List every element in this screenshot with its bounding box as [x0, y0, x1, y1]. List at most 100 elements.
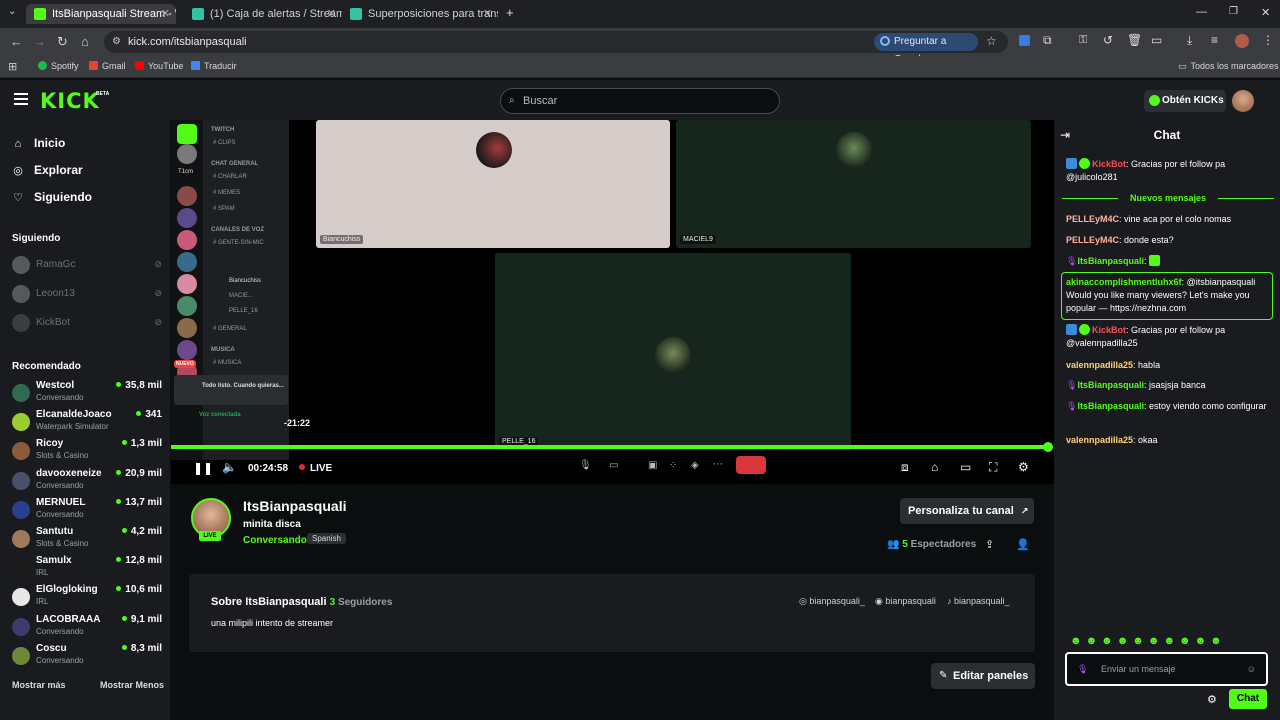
recommended-item[interactable]: Westcol Conversando 35,8 mil [12, 380, 162, 404]
chat-username[interactable]: PELLEyM4C [1066, 235, 1119, 245]
get-kicks-button[interactable]: Obtén KICKs [1144, 90, 1226, 112]
ask-google-button[interactable]: Preguntar a Google [874, 33, 978, 65]
user-options-icon[interactable]: 👤 [1016, 538, 1030, 551]
cast-icon[interactable]: ▭ [1151, 33, 1162, 47]
key-icon[interactable]: ⚿ [1079, 34, 1087, 47]
language-tag[interactable]: Spanish [307, 533, 346, 544]
recommended-item[interactable]: davooxeneize Conversando 20,9 mil [12, 468, 162, 492]
viewer-count: 341 [136, 409, 162, 420]
minimize-icon[interactable]: — [1196, 6, 1207, 18]
tab-overlays[interactable]: Superposiciones para transmisi ✕ [342, 4, 498, 24]
recommended-item[interactable]: Samulx IRL 12,8 mil [12, 555, 162, 579]
sidebar-item-siguiendo[interactable]: ♡ Siguiendo [12, 190, 92, 204]
site-info-icon[interactable]: ⚙ [112, 31, 121, 53]
pause-icon[interactable]: ❚❚ [193, 461, 213, 475]
sidebar-item-inicio[interactable]: ⌂ Inicio [12, 136, 66, 150]
live-indicator[interactable]: LIVE [299, 463, 332, 474]
viewer-count: 👥 5 Espectadores [887, 539, 976, 550]
recommended-item[interactable]: ElGlogloking IRL 10,6 mil [12, 584, 162, 608]
kick-logo[interactable]: KICK [40, 89, 100, 113]
trash-icon[interactable]: 🗑 [1127, 33, 1142, 47]
recommended-item[interactable]: Ricoy Slots & Casino 1,3 mil [12, 438, 162, 462]
tab-kick-stream[interactable]: ItsBianpasquali Stream - W ✕ [26, 4, 176, 24]
verified-badge-icon [1079, 324, 1090, 335]
chat-message-input[interactable]: 🎙 Enviar un mensaje ☺ [1065, 652, 1268, 686]
extension-icon[interactable] [1019, 35, 1030, 46]
chat-username[interactable]: valennpadilla25 [1066, 360, 1133, 370]
progress-handle[interactable] [1043, 442, 1053, 452]
all-bookmarks[interactable]: ▭ Todos los marcadores [1178, 61, 1279, 72]
tab-search-icon[interactable]: ⌄ [8, 6, 16, 17]
following-item[interactable]: KickBot ⊘ [12, 314, 162, 332]
apps-grid-icon[interactable]: ⊞ [8, 60, 17, 73]
channel-name[interactable]: ItsBianpasquali [243, 498, 346, 514]
theater-mode-icon[interactable]: ⌂ [931, 460, 938, 474]
recommended-item[interactable]: LACOBRAAA Conversando 9,1 mil [12, 614, 162, 638]
video-player[interactable]: T1cm NUEVO TWITCH # CLIPS CHAT GENERAL #… [171, 120, 1054, 484]
bookmark-star-icon[interactable]: ☆ [986, 34, 997, 48]
show-less-button[interactable]: Mostrar Menos [100, 680, 164, 690]
close-tab-icon[interactable]: ✕ [161, 4, 170, 24]
reload-icon[interactable]: ↻ [57, 34, 68, 50]
hamburger-menu-icon[interactable] [14, 93, 28, 105]
url-field[interactable]: ⚙ kick.com/itsbianpasquali [104, 31, 1008, 53]
chat-username[interactable]: PELLEyM4C [1066, 214, 1119, 224]
chat-username[interactable]: ItsBianpasquali [1077, 256, 1144, 266]
forward-icon[interactable]: → [33, 34, 46, 49]
settings-gear-icon[interactable]: ⚙ [1018, 460, 1029, 474]
chat-send-button[interactable]: Chat [1229, 689, 1267, 709]
following-item[interactable]: Leoon13 ⊘ [12, 285, 162, 303]
tab-title: ItsBianpasquali Stream - W [52, 8, 176, 20]
fullscreen-icon[interactable]: ⛶ [989, 460, 997, 475]
show-more-button[interactable]: Mostrar más [12, 680, 66, 690]
tab-streamlabs-alerts[interactable]: (1) Caja de alertas / Streamlabs ✕ [184, 4, 342, 24]
chat-username[interactable]: ItsBianpasquali [1077, 401, 1144, 411]
progress-bar[interactable] [171, 445, 1048, 449]
miniplayer-icon[interactable]: ⧈ [901, 460, 909, 475]
customize-channel-button[interactable]: Personaliza tu canal ↗ [900, 498, 1034, 524]
share-icon[interactable]: ⇪ [985, 538, 994, 551]
chat-username[interactable]: KickBot [1092, 325, 1126, 335]
puzzle-icon[interactable]: ⧉ [1043, 33, 1052, 48]
social-instagram[interactable]: ◎ bianpasquali_ [799, 596, 865, 607]
stream-category[interactable]: Conversando [243, 535, 307, 546]
following-item[interactable]: RamaGc ⊘ [12, 256, 162, 274]
social-discord[interactable]: ◉ bianpasquali [875, 596, 936, 607]
back-icon[interactable]: ← [10, 34, 23, 49]
wide-mode-icon[interactable]: ▭ [960, 460, 971, 474]
media-icon[interactable]: ≡ [1211, 33, 1218, 47]
edit-panels-button[interactable]: ✎ Editar paneles [931, 663, 1035, 689]
viewers-label: Espectadores [910, 539, 977, 550]
recommended-item[interactable]: Santutu Slots & Casino 4,2 mil [12, 526, 162, 550]
home-icon[interactable]: ⌂ [81, 34, 89, 49]
search-icon: ⌕ [509, 95, 515, 106]
search-input[interactable]: ⌕ Buscar [500, 88, 780, 114]
user-avatar[interactable] [1232, 90, 1254, 112]
bookmark-spotify[interactable]: Spotify [38, 61, 79, 71]
menu-icon[interactable]: ⋮ [1262, 33, 1274, 47]
close-tab-icon[interactable]: ✕ [327, 4, 336, 24]
bookmark-youtube[interactable]: YouTube [135, 61, 183, 71]
bookmark-traducir[interactable]: Traducir [191, 61, 237, 71]
chat-settings-icon[interactable]: ⚙ [1207, 693, 1217, 706]
recommended-item[interactable]: MERNUEL Conversando 13,7 mil [12, 497, 162, 521]
download-icon[interactable]: ⤓ [1187, 33, 1192, 48]
chat-username[interactable]: ItsBianpasquali [1077, 380, 1144, 390]
emote-bar[interactable]: ☻☻☻☻☻☻☻☻☻☻ [1070, 635, 1226, 647]
close-window-icon[interactable]: ✕ [1261, 6, 1270, 19]
bookmark-gmail[interactable]: Gmail [89, 61, 126, 71]
chat-username[interactable]: KickBot [1092, 159, 1126, 169]
chat-username[interactable]: akinaccomplishmentluhx6f [1066, 277, 1182, 287]
recommended-item[interactable]: Coscu Conversando 8,3 mil [12, 643, 162, 667]
social-tiktok[interactable]: ♪ bianpasquali_ [947, 596, 1010, 606]
maximize-icon[interactable]: ❐ [1229, 6, 1238, 17]
volume-icon[interactable]: 🔈 [222, 460, 237, 474]
history-icon[interactable]: ↺ [1103, 33, 1113, 47]
sidebar-item-explorar[interactable]: ◎ Explorar [12, 163, 83, 177]
recommended-item[interactable]: ElcanaldeJoaco Waterpark Simulator 341 [12, 409, 162, 433]
new-tab-icon[interactable]: + [506, 5, 514, 20]
close-tab-icon[interactable]: ✕ [483, 4, 492, 24]
chat-username[interactable]: valennpadilla25 [1066, 435, 1133, 445]
emoji-picker-icon[interactable]: ☺ [1247, 654, 1256, 684]
profile-avatar[interactable] [1235, 34, 1249, 48]
